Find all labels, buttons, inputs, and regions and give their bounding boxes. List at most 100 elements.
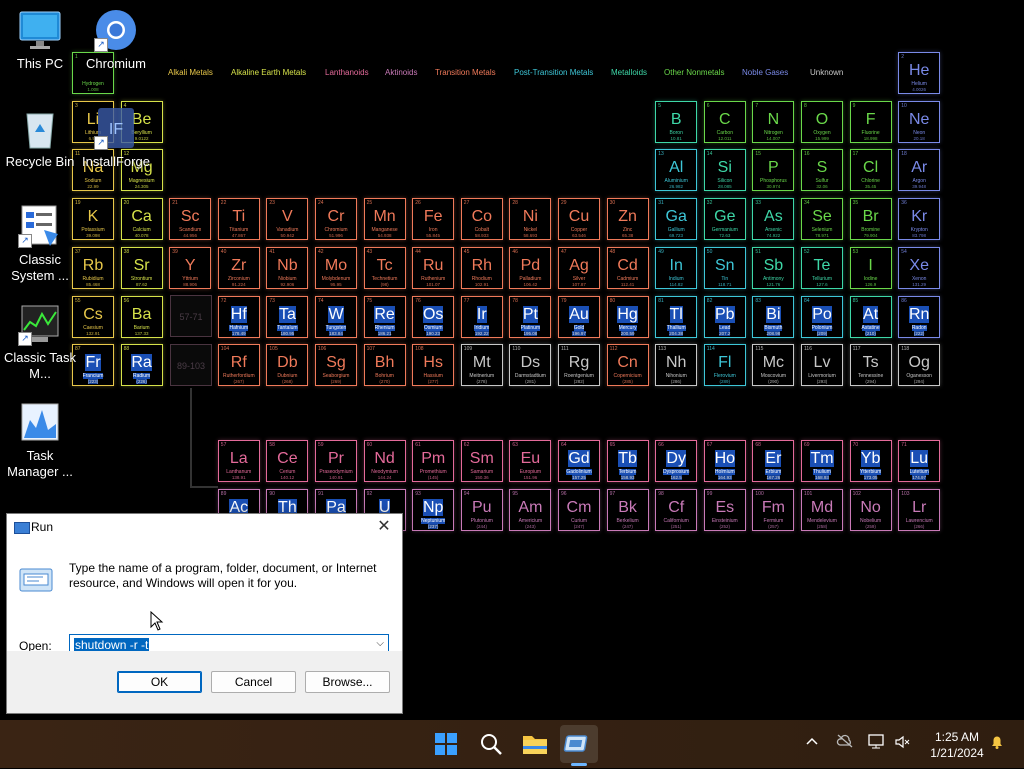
element-cell[interactable]: 102 No Nobelium (259) xyxy=(849,488,892,531)
element-cell[interactable]: 79 Au Gold 196.97 xyxy=(558,295,600,338)
element-cell[interactable]: 72 Hf Hafnium 178.49 xyxy=(217,295,260,338)
desktop-icon-classic-system[interactable]: ↗ Classic System ... xyxy=(0,204,80,284)
element-cell[interactable]: 66 Dy Dysprosium 162.5 xyxy=(655,440,698,482)
element-cell[interactable]: 29 Cu Copper 63.546 xyxy=(558,198,600,241)
element-cell[interactable]: 114 Fl Flerovium (289) xyxy=(703,344,746,387)
cancel-button[interactable]: Cancel xyxy=(211,671,296,693)
element-cell[interactable]: 43 Tc Technetium (98) xyxy=(363,246,406,289)
element-cell[interactable]: 83 Bi Bismuth 208.98 xyxy=(752,295,795,338)
element-cell[interactable]: 46 Pd Palladium 106.42 xyxy=(509,246,552,289)
element-cell[interactable]: 30 Zn Zinc 65.38 xyxy=(606,198,649,241)
browse-button[interactable]: Browse... xyxy=(305,671,390,693)
element-cell[interactable]: 8 O Oxygen 15.999 xyxy=(801,100,843,143)
element-cell[interactable]: 107 Bh Bohrium (270) xyxy=(363,344,406,387)
element-cell[interactable]: 117 Ts Tennessine (294) xyxy=(849,344,892,387)
element-cell[interactable]: 53 I Iodine 126.9 xyxy=(849,246,892,289)
desktop-icon-installforge[interactable]: IF ↗ InstallForge xyxy=(76,106,156,170)
onedrive-tray-button[interactable] xyxy=(836,734,854,751)
element-cell[interactable]: 74 W Tungsten 183.84 xyxy=(315,295,357,338)
element-cell[interactable]: 10 Ne Neon 20.18 xyxy=(898,100,941,143)
element-cell[interactable]: 118 Og Oganesson (294) xyxy=(898,344,941,387)
element-cell[interactable]: 108 Hs Hassium (277) xyxy=(412,344,455,387)
show-hidden-icons-button[interactable] xyxy=(805,734,819,751)
element-cell[interactable]: 36 Kr Krypton 83.798 xyxy=(898,198,941,241)
element-cell[interactable]: 82 Pb Lead 207.2 xyxy=(703,295,746,338)
ok-button[interactable]: OK xyxy=(117,671,202,693)
element-cell[interactable]: 112 Cn Copernicium (285) xyxy=(606,344,649,387)
element-cell[interactable]: 61 Pm Promethium (145) xyxy=(412,440,455,482)
element-cell[interactable]: 45 Rh Rhodium 102.91 xyxy=(460,246,503,289)
run-dialog-titlebar[interactable]: Run ✕ xyxy=(7,514,402,540)
element-cell[interactable]: 86 Rn Radon (222) xyxy=(898,295,941,338)
desktop-icon-chromium[interactable]: ↗ Chromium xyxy=(76,8,156,72)
element-cell[interactable]: 65 Tb Terbium 158.93 xyxy=(606,440,649,482)
element-cell[interactable]: 75 Re Rhenium 186.21 xyxy=(363,295,406,338)
desktop-icon-this-pc[interactable]: This PC xyxy=(0,8,80,72)
element-cell[interactable]: 80 Hg Mercury 200.59 xyxy=(606,295,649,338)
element-cell[interactable]: 48 Cd Cadmium 112.41 xyxy=(606,246,649,289)
element-cell[interactable]: 57 La Lanthanum 138.91 xyxy=(217,440,260,482)
element-cell[interactable]: 17 Cl Chlorine 35.45 xyxy=(849,149,892,192)
element-cell[interactable]: 113 Nh Nihonium (286) xyxy=(655,344,698,387)
element-cell[interactable]: 78 Pt Platinum 195.08 xyxy=(509,295,552,338)
element-cell[interactable]: 94 Pu Plutonium (244) xyxy=(460,488,503,531)
element-cell[interactable]: 62 Sm Samarium 150.36 xyxy=(460,440,503,482)
element-cell[interactable]: 9 F Fluorine 18.998 xyxy=(849,100,892,143)
element-cell[interactable]: 54 Xe Xenon 131.29 xyxy=(898,246,941,289)
element-cell[interactable]: 18 Ar Argon 39.948 xyxy=(898,149,941,192)
element-cell[interactable]: 16 S Sulfur 32.06 xyxy=(801,149,843,192)
element-cell[interactable]: 97 Bk Berkelium (247) xyxy=(606,488,649,531)
element-cell[interactable]: 2 He Helium 4.0026 xyxy=(898,52,941,94)
element-cell[interactable]: 93 Np Neptunium (237) xyxy=(412,488,455,531)
element-cell[interactable]: 51 Sb Antimony 121.76 xyxy=(752,246,795,289)
file-explorer-button[interactable] xyxy=(515,724,555,764)
element-cell[interactable]: 28 Ni Nickel 58.693 xyxy=(509,198,552,241)
element-cell[interactable]: 6 C Carbon 12.011 xyxy=(703,100,746,143)
element-cell[interactable]: 67 Ho Holmium 164.93 xyxy=(703,440,746,482)
desktop-icon-recycle-bin[interactable]: Recycle Bin xyxy=(0,106,80,170)
element-cell[interactable]: 106 Sg Seaborgium (269) xyxy=(315,344,357,387)
element-cell[interactable]: 35 Br Bromine 79.904 xyxy=(849,198,892,241)
element-cell[interactable]: 115 Mc Moscovium (290) xyxy=(752,344,795,387)
element-cell[interactable]: 103 Lr Lawrencium (266) xyxy=(898,488,941,531)
desktop-icon-task-manager[interactable]: Task Manager ... xyxy=(0,400,80,480)
element-cell[interactable]: 40 Zr Zirconium 91.224 xyxy=(217,246,260,289)
element-cell[interactable]: 49 In Indium 114.82 xyxy=(655,246,698,289)
element-cell[interactable]: 56 Ba Barium 137.33 xyxy=(120,295,163,338)
desktop-icon-classic-task-manager[interactable]: ↗ Classic Task M... xyxy=(0,302,80,382)
element-cell[interactable]: 25 Mn Manganese 54.938 xyxy=(363,198,406,241)
element-cell[interactable]: 33 As Arsenic 74.922 xyxy=(752,198,795,241)
element-cell[interactable]: 5 B Boron 10.81 xyxy=(655,100,698,143)
element-cell[interactable]: 13 Al Aluminium 26.982 xyxy=(655,149,698,192)
element-cell[interactable]: 64 Gd Gadolinium 157.25 xyxy=(558,440,600,482)
element-cell[interactable]: 110 Ds Darmstadtium (281) xyxy=(509,344,552,387)
element-cell[interactable]: 14 Si Silicon 28.085 xyxy=(703,149,746,192)
element-cell[interactable]: 105 Db Dubnium (268) xyxy=(266,344,309,387)
element-cell[interactable]: 85 At Astatine (210) xyxy=(849,295,892,338)
element-cell[interactable]: 47 Ag Silver 107.87 xyxy=(558,246,600,289)
network-tray-button[interactable] xyxy=(868,734,886,753)
search-button[interactable] xyxy=(471,724,511,764)
start-button[interactable] xyxy=(426,724,466,764)
element-cell[interactable]: 26 Fe Iron 55.845 xyxy=(412,198,455,241)
open-input[interactable]: shutdown -r -t xyxy=(74,638,150,652)
close-button[interactable]: ✕ xyxy=(372,517,396,537)
element-cell[interactable]: 100 Fm Fermium (257) xyxy=(752,488,795,531)
element-cell[interactable]: 111 Rg Roentgenium (282) xyxy=(558,344,600,387)
element-cell[interactable]: 116 Lv Livermorium (293) xyxy=(801,344,843,387)
element-cell[interactable]: 99 Es Einsteinium (252) xyxy=(703,488,746,531)
element-cell[interactable]: 23 V Vanadium 50.942 xyxy=(266,198,309,241)
element-cell[interactable]: 88 Ra Radium (226) xyxy=(120,344,163,387)
element-cell[interactable]: 76 Os Osmium 190.23 xyxy=(412,295,455,338)
run-taskbar-button[interactable] xyxy=(559,724,599,764)
element-cell[interactable]: 27 Co Cobalt 58.933 xyxy=(460,198,503,241)
element-cell[interactable]: 50 Sn Tin 118.71 xyxy=(703,246,746,289)
element-cell[interactable]: 68 Er Erbium 167.26 xyxy=(752,440,795,482)
element-cell[interactable]: 71 Lu Lutetium 174.97 xyxy=(898,440,941,482)
element-cell[interactable]: 96 Cm Curium (247) xyxy=(558,488,600,531)
element-cell[interactable]: 39 Y Yttrium 88.906 xyxy=(169,246,212,289)
element-cell[interactable]: 73 Ta Tantalum 180.95 xyxy=(266,295,309,338)
volume-tray-button[interactable] xyxy=(894,734,910,753)
element-cell[interactable]: 84 Po Polonium (209) xyxy=(801,295,843,338)
element-cell[interactable]: 21 Sc Scandium 44.956 xyxy=(169,198,212,241)
